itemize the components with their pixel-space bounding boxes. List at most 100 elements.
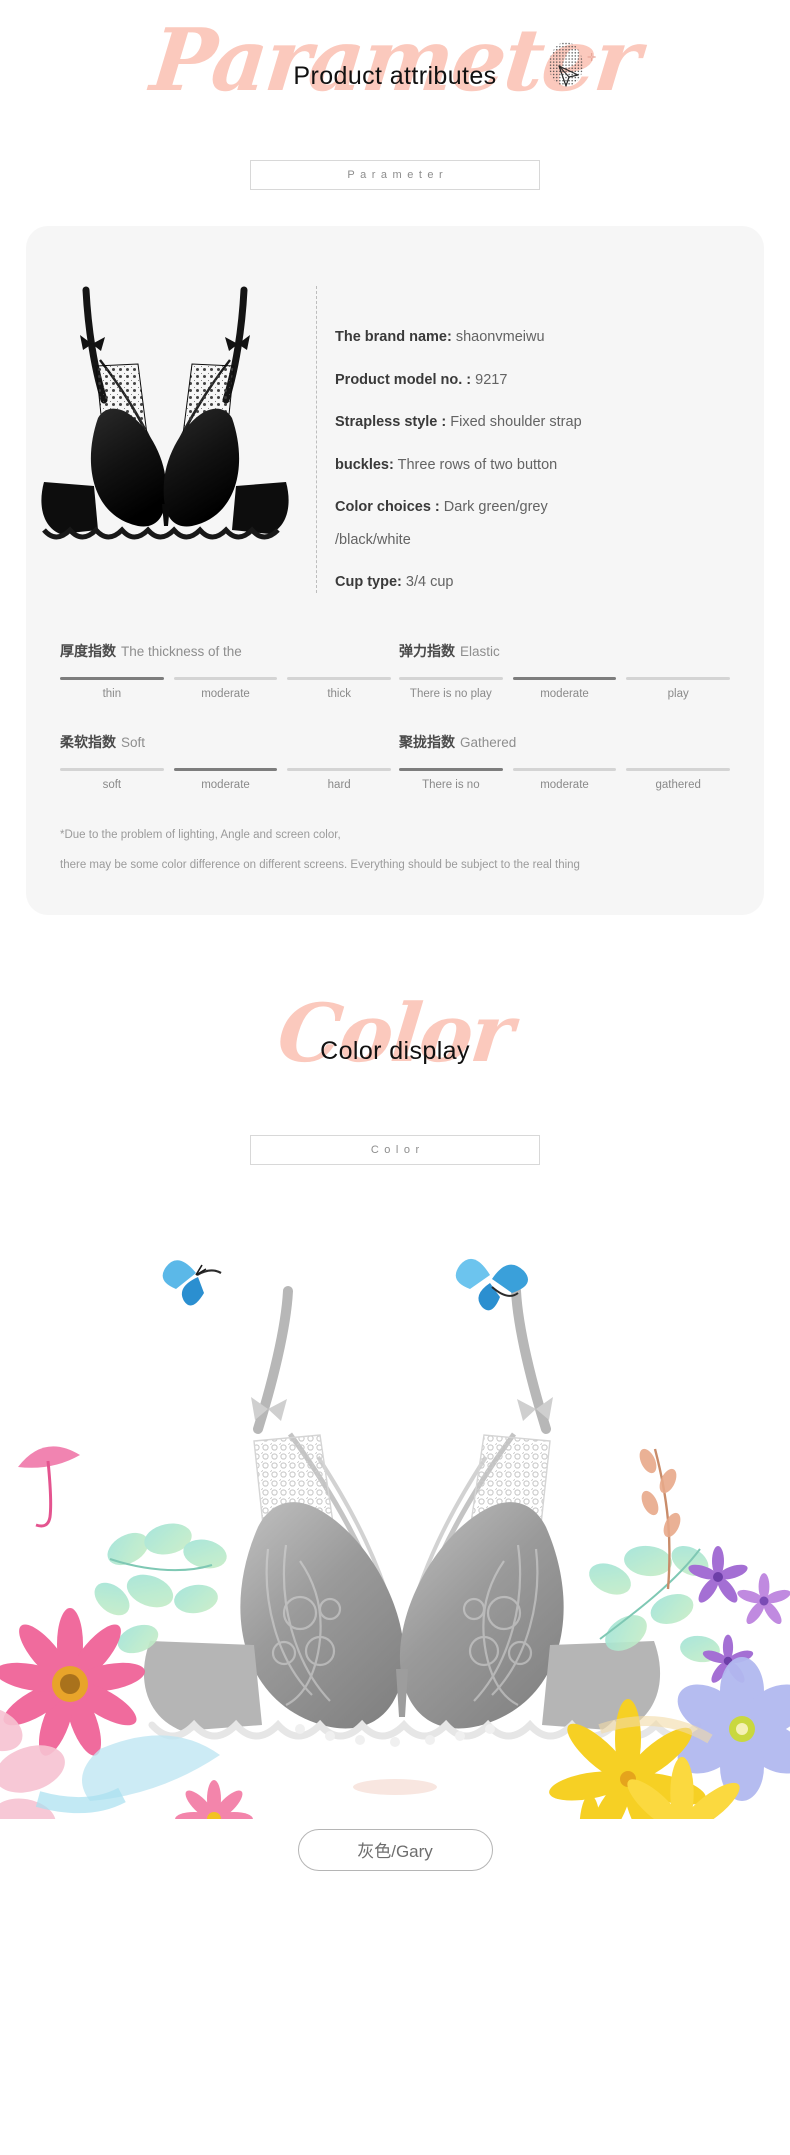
- grey-bra-floral-illustration: [0, 1258, 790, 1819]
- scale-label: thin: [102, 687, 122, 700]
- spec-value: Dark green/grey: [443, 499, 548, 516]
- spec-row: Cup type: 3/4 cup: [335, 573, 764, 593]
- attributes-top-row: The brand name: shaonvmeiwu Product mode…: [26, 226, 764, 619]
- index-scale: There is no play moderate play: [399, 676, 731, 700]
- scale-bar: [399, 676, 503, 680]
- scale-bar: [287, 767, 392, 771]
- index-title: 厚度指数 The thickness of the: [60, 641, 391, 661]
- index-title: 聚拢指数 Gathered: [399, 732, 730, 752]
- color-label-box: Color: [250, 1134, 540, 1165]
- color-label-text: Color: [370, 1143, 425, 1156]
- index-scale: soft moderate hard: [60, 767, 392, 791]
- scale-label: hard: [327, 778, 351, 791]
- scale-bar: [399, 767, 503, 771]
- scale-option[interactable]: There is no: [399, 767, 503, 791]
- index-title-en: The thickness of the: [121, 643, 242, 659]
- spec-value: Fixed shoulder strap: [450, 414, 582, 431]
- grey-bra-photo: [0, 1209, 790, 1819]
- header-decoration: ✛: [543, 42, 596, 98]
- scale-bar: [60, 767, 164, 771]
- spec-value: 3/4 cup: [405, 574, 454, 591]
- scale-option[interactable]: soft: [60, 767, 164, 791]
- index-scale: thin moderate thick: [60, 676, 392, 700]
- scale-bar: [512, 767, 617, 771]
- plus-sparkle-icon: ✛: [587, 52, 597, 64]
- scale-label: moderate: [201, 687, 250, 700]
- index-title-cn: 聚拢指数: [399, 733, 455, 750]
- scale-label: moderate: [540, 687, 589, 700]
- scale-label: thick: [327, 687, 351, 700]
- index-soft: 柔软指数 Soft soft moderate hard: [60, 732, 392, 791]
- black-bra-photo: [26, 268, 316, 568]
- scale-option[interactable]: gathered: [626, 767, 731, 791]
- attributes-card: The brand name: shaonvmeiwu Product mode…: [26, 226, 764, 915]
- index-title-cn: 柔软指数: [60, 733, 116, 750]
- index-title: 弹力指数 Elastic: [399, 641, 730, 661]
- spec-row: Product model no. : 9217: [335, 371, 764, 391]
- scale-label: moderate: [540, 778, 589, 791]
- note-line-2: there may be some color difference on di…: [60, 858, 580, 871]
- index-title: 柔软指数 Soft: [60, 732, 391, 752]
- scale-bar: [512, 676, 617, 680]
- spec-row: buckles: Three rows of two button: [335, 456, 764, 476]
- scale-bar: [173, 676, 278, 680]
- floral-right: [549, 1448, 790, 1819]
- index-title-cn: 弹力指数: [399, 642, 455, 659]
- index-title-cn: 厚度指数: [60, 642, 116, 659]
- scale-option[interactable]: moderate: [173, 767, 278, 791]
- index-title-en: Elastic: [460, 643, 500, 659]
- spec-label: The brand name:: [335, 329, 452, 345]
- spec-label: Color choices :: [335, 499, 440, 516]
- scale-bar: [626, 676, 731, 680]
- page-title: Product attributes: [293, 62, 497, 90]
- spec-value: shaonvmeiwu: [455, 329, 545, 345]
- spec-label: Strapless style :: [335, 414, 447, 431]
- scale-option[interactable]: moderate: [173, 676, 278, 700]
- color-name-badge[interactable]: 灰色/Gary: [297, 1828, 493, 1871]
- scale-bar: [287, 676, 392, 680]
- color-disclaimer-note: *Due to the problem of lighting, Angle a…: [26, 791, 764, 915]
- parameter-script-word: Parameter: [146, 10, 644, 111]
- index-title-en: Gathered: [460, 734, 517, 750]
- scale-option[interactable]: There is no play: [399, 676, 503, 700]
- note-line-1: *Due to the problem of lighting, Angle a…: [60, 828, 341, 841]
- spec-row: The brand name: shaonvmeiwu: [335, 328, 764, 348]
- butterfly-left: [162, 1259, 222, 1306]
- scale-bar: [173, 767, 278, 771]
- spec-list: The brand name: shaonvmeiwu Product mode…: [316, 286, 764, 593]
- index-thickness: 厚度指数 The thickness of the thin moderate t…: [60, 641, 392, 700]
- index-title-en: Soft: [121, 734, 146, 750]
- scale-option[interactable]: thin: [60, 676, 164, 700]
- scale-label: play: [667, 687, 689, 700]
- scale-option[interactable]: hard: [287, 767, 392, 791]
- black-bra-illustration: [41, 286, 289, 540]
- spec-row: Strapless style : Fixed shoulder strap: [335, 413, 764, 433]
- scale-label: gathered: [655, 778, 701, 791]
- scale-label: soft: [102, 778, 122, 791]
- spec-value: 9217: [475, 371, 508, 388]
- scale-bar: [60, 676, 164, 680]
- scale-bar: [626, 767, 731, 771]
- parameter-label-text: Parameter: [347, 169, 449, 181]
- index-gathered: 聚拢指数 Gathered There is no moderate gather…: [399, 732, 731, 791]
- index-grid: 厚度指数 The thickness of the thin moderate t…: [26, 619, 764, 791]
- product-detail-page: Parameter Product attributes ✛ Parameter: [0, 0, 790, 1871]
- scale-label: There is no: [422, 778, 480, 791]
- cursor-arrow-icon: [558, 65, 579, 87]
- index-scale: There is no moderate gathered: [399, 767, 731, 791]
- parameter-label-box: Parameter: [250, 160, 540, 190]
- spec-label: Cup type:: [335, 574, 402, 591]
- scale-label: There is no play: [409, 687, 492, 700]
- scale-option[interactable]: moderate: [512, 767, 617, 791]
- scale-option[interactable]: thick: [287, 676, 392, 700]
- scale-option[interactable]: play: [626, 676, 731, 700]
- spec-label: buckles:: [335, 456, 394, 473]
- color-section-header: Color Color display: [0, 975, 790, 1135]
- scale-option[interactable]: moderate: [512, 676, 617, 700]
- spec-row-continuation: /black/white: [335, 531, 764, 551]
- spec-value: /black/white: [335, 531, 411, 548]
- spec-row: Color choices : Dark green/grey: [335, 498, 764, 518]
- spec-value: Three rows of two button: [397, 456, 558, 473]
- color-name-text: 灰色/Gary: [357, 1842, 433, 1862]
- scale-label: moderate: [201, 778, 250, 791]
